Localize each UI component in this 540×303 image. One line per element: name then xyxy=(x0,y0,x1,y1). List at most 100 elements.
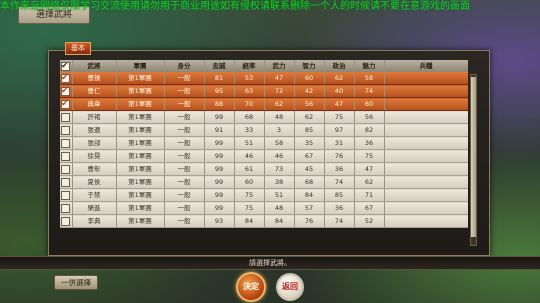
select-all-button[interactable]: 一併選擇 xyxy=(54,275,98,290)
table-cell: 97 xyxy=(324,123,355,137)
table-cell: 74 xyxy=(354,84,385,98)
row-checkbox[interactable] xyxy=(60,136,73,150)
table-cell: 第1軍團 xyxy=(116,136,165,150)
table-cell: 典韋 xyxy=(72,97,117,111)
table-cell: 58 xyxy=(264,136,295,150)
row-checkbox[interactable] xyxy=(60,72,73,85)
column-header[interactable]: 兵糧 xyxy=(384,60,468,72)
table-cell: 67 xyxy=(294,149,325,163)
officer-row[interactable]: 許褚 第1軍團 一般 99 68 48 62 75 56 xyxy=(60,110,468,124)
table-cell: 56 xyxy=(354,110,385,124)
scrollbar[interactable] xyxy=(470,74,477,246)
table-cell: 曹操 xyxy=(72,72,117,85)
checkbox-icon[interactable] xyxy=(61,216,71,226)
checkbox-icon[interactable] xyxy=(61,125,71,135)
row-checkbox[interactable] xyxy=(60,175,73,189)
officer-row[interactable]: 張遼 第1軍團 一般 91 33 3 85 97 82 xyxy=(60,123,468,137)
table-cell: 一般 xyxy=(164,110,205,124)
table-cell: 99 xyxy=(204,175,235,189)
table-cell: 第1軍團 xyxy=(116,201,165,215)
table-cell xyxy=(384,201,468,215)
checkbox-icon[interactable] xyxy=(61,177,71,187)
officer-row[interactable]: 曹操第1軍團一般815347606258 xyxy=(60,72,468,85)
table-cell xyxy=(384,110,468,124)
checkbox-icon[interactable] xyxy=(61,164,71,174)
row-checkbox[interactable] xyxy=(60,123,73,137)
table-cell: 88 xyxy=(204,97,235,111)
checkbox-icon[interactable] xyxy=(61,203,71,213)
officer-row[interactable]: 李典 第1軍團 一般 93 84 84 76 74 52 xyxy=(60,214,468,228)
table-cell: 第1軍團 xyxy=(116,162,165,176)
table-cell: 一般 xyxy=(164,162,205,176)
checkbox-icon[interactable] xyxy=(61,151,71,161)
checkbox-icon[interactable] xyxy=(61,72,71,84)
table-cell: 張郃 xyxy=(72,136,117,150)
officer-row[interactable]: 夏侯 第1軍團 一般 99 60 38 68 74 62 xyxy=(60,175,468,189)
table-cell: 85 xyxy=(294,123,325,137)
column-header[interactable]: 智力 xyxy=(294,60,325,72)
officer-row[interactable]: 典韋第1軍團一般887062564760 xyxy=(60,97,468,111)
checkbox-icon[interactable] xyxy=(61,60,71,72)
officer-row[interactable]: 樂進 第1軍團 一般 99 75 48 57 36 67 xyxy=(60,201,468,215)
column-header[interactable]: 魅力 xyxy=(354,60,385,72)
checkbox-icon[interactable] xyxy=(61,85,71,97)
column-header[interactable]: 身分 xyxy=(164,60,205,72)
checkbox-icon[interactable] xyxy=(61,190,71,200)
table-cell: 99 xyxy=(204,110,235,124)
row-checkbox[interactable] xyxy=(60,162,73,176)
row-checkbox[interactable] xyxy=(60,214,73,228)
table-cell: 46 xyxy=(264,149,295,163)
table-cell: 62 xyxy=(324,72,355,85)
checkbox-icon[interactable] xyxy=(61,138,71,148)
scrollbar-thumb[interactable] xyxy=(471,77,476,237)
table-cell: 一般 xyxy=(164,201,205,215)
officer-row[interactable]: 徐晃 第1軍團 一般 99 46 46 67 76 75 xyxy=(60,149,468,163)
officer-table: 武將軍團身分忠誠統率武力智力政治魅力兵糧 曹操第1軍團一般81534760625… xyxy=(60,60,468,244)
row-checkbox[interactable] xyxy=(60,97,73,111)
table-cell: 第1軍團 xyxy=(116,175,165,189)
table-cell: 一般 xyxy=(164,123,205,137)
back-button[interactable]: 返回 xyxy=(276,273,304,301)
table-cell: 一般 xyxy=(164,188,205,202)
table-cell: 42 xyxy=(294,84,325,98)
table-cell xyxy=(384,175,468,189)
select-all-checkbox[interactable] xyxy=(60,60,73,72)
checkbox-icon[interactable] xyxy=(61,112,71,122)
table-cell: 68 xyxy=(294,175,325,189)
table-cell xyxy=(384,97,468,111)
officer-row[interactable]: 曹彰 第1軍團 一般 99 61 73 45 36 47 xyxy=(60,162,468,176)
column-header[interactable]: 統率 xyxy=(234,60,265,72)
table-cell: 45 xyxy=(294,162,325,176)
table-cell: 71 xyxy=(354,188,385,202)
tab-basic[interactable]: 基本 xyxy=(65,42,91,55)
officer-row[interactable]: 曹仁第1軍團一般956372424074 xyxy=(60,84,468,98)
row-checkbox[interactable] xyxy=(60,188,73,202)
table-cell: 99 xyxy=(204,201,235,215)
table-cell xyxy=(384,84,468,98)
row-checkbox[interactable] xyxy=(60,201,73,215)
row-checkbox[interactable] xyxy=(60,149,73,163)
checkbox-icon[interactable] xyxy=(61,98,71,110)
table-cell: 56 xyxy=(294,97,325,111)
table-cell xyxy=(384,72,468,85)
column-header[interactable]: 政治 xyxy=(324,60,355,72)
column-header[interactable]: 忠誠 xyxy=(204,60,235,72)
table-cell: 99 xyxy=(204,162,235,176)
officer-row[interactable]: 于禁 第1軍團 一般 99 75 51 84 85 71 xyxy=(60,188,468,202)
officer-row[interactable]: 張郃 第1軍團 一般 99 51 58 35 31 36 xyxy=(60,136,468,150)
column-header[interactable]: 軍團 xyxy=(116,60,165,72)
confirm-button[interactable]: 決定 xyxy=(236,272,266,302)
table-cell: 74 xyxy=(324,214,355,228)
row-checkbox[interactable] xyxy=(60,110,73,124)
table-cell: 36 xyxy=(324,162,355,176)
table-cell: 35 xyxy=(294,136,325,150)
table-cell: 63 xyxy=(234,84,265,98)
table-cell: 一般 xyxy=(164,149,205,163)
table-cell: 58 xyxy=(354,72,385,85)
column-header[interactable]: 武力 xyxy=(264,60,295,72)
table-cell: 93 xyxy=(204,214,235,228)
table-cell xyxy=(384,188,468,202)
row-checkbox[interactable] xyxy=(60,84,73,98)
table-cell: 62 xyxy=(294,110,325,124)
column-header[interactable]: 武將 xyxy=(72,60,117,72)
